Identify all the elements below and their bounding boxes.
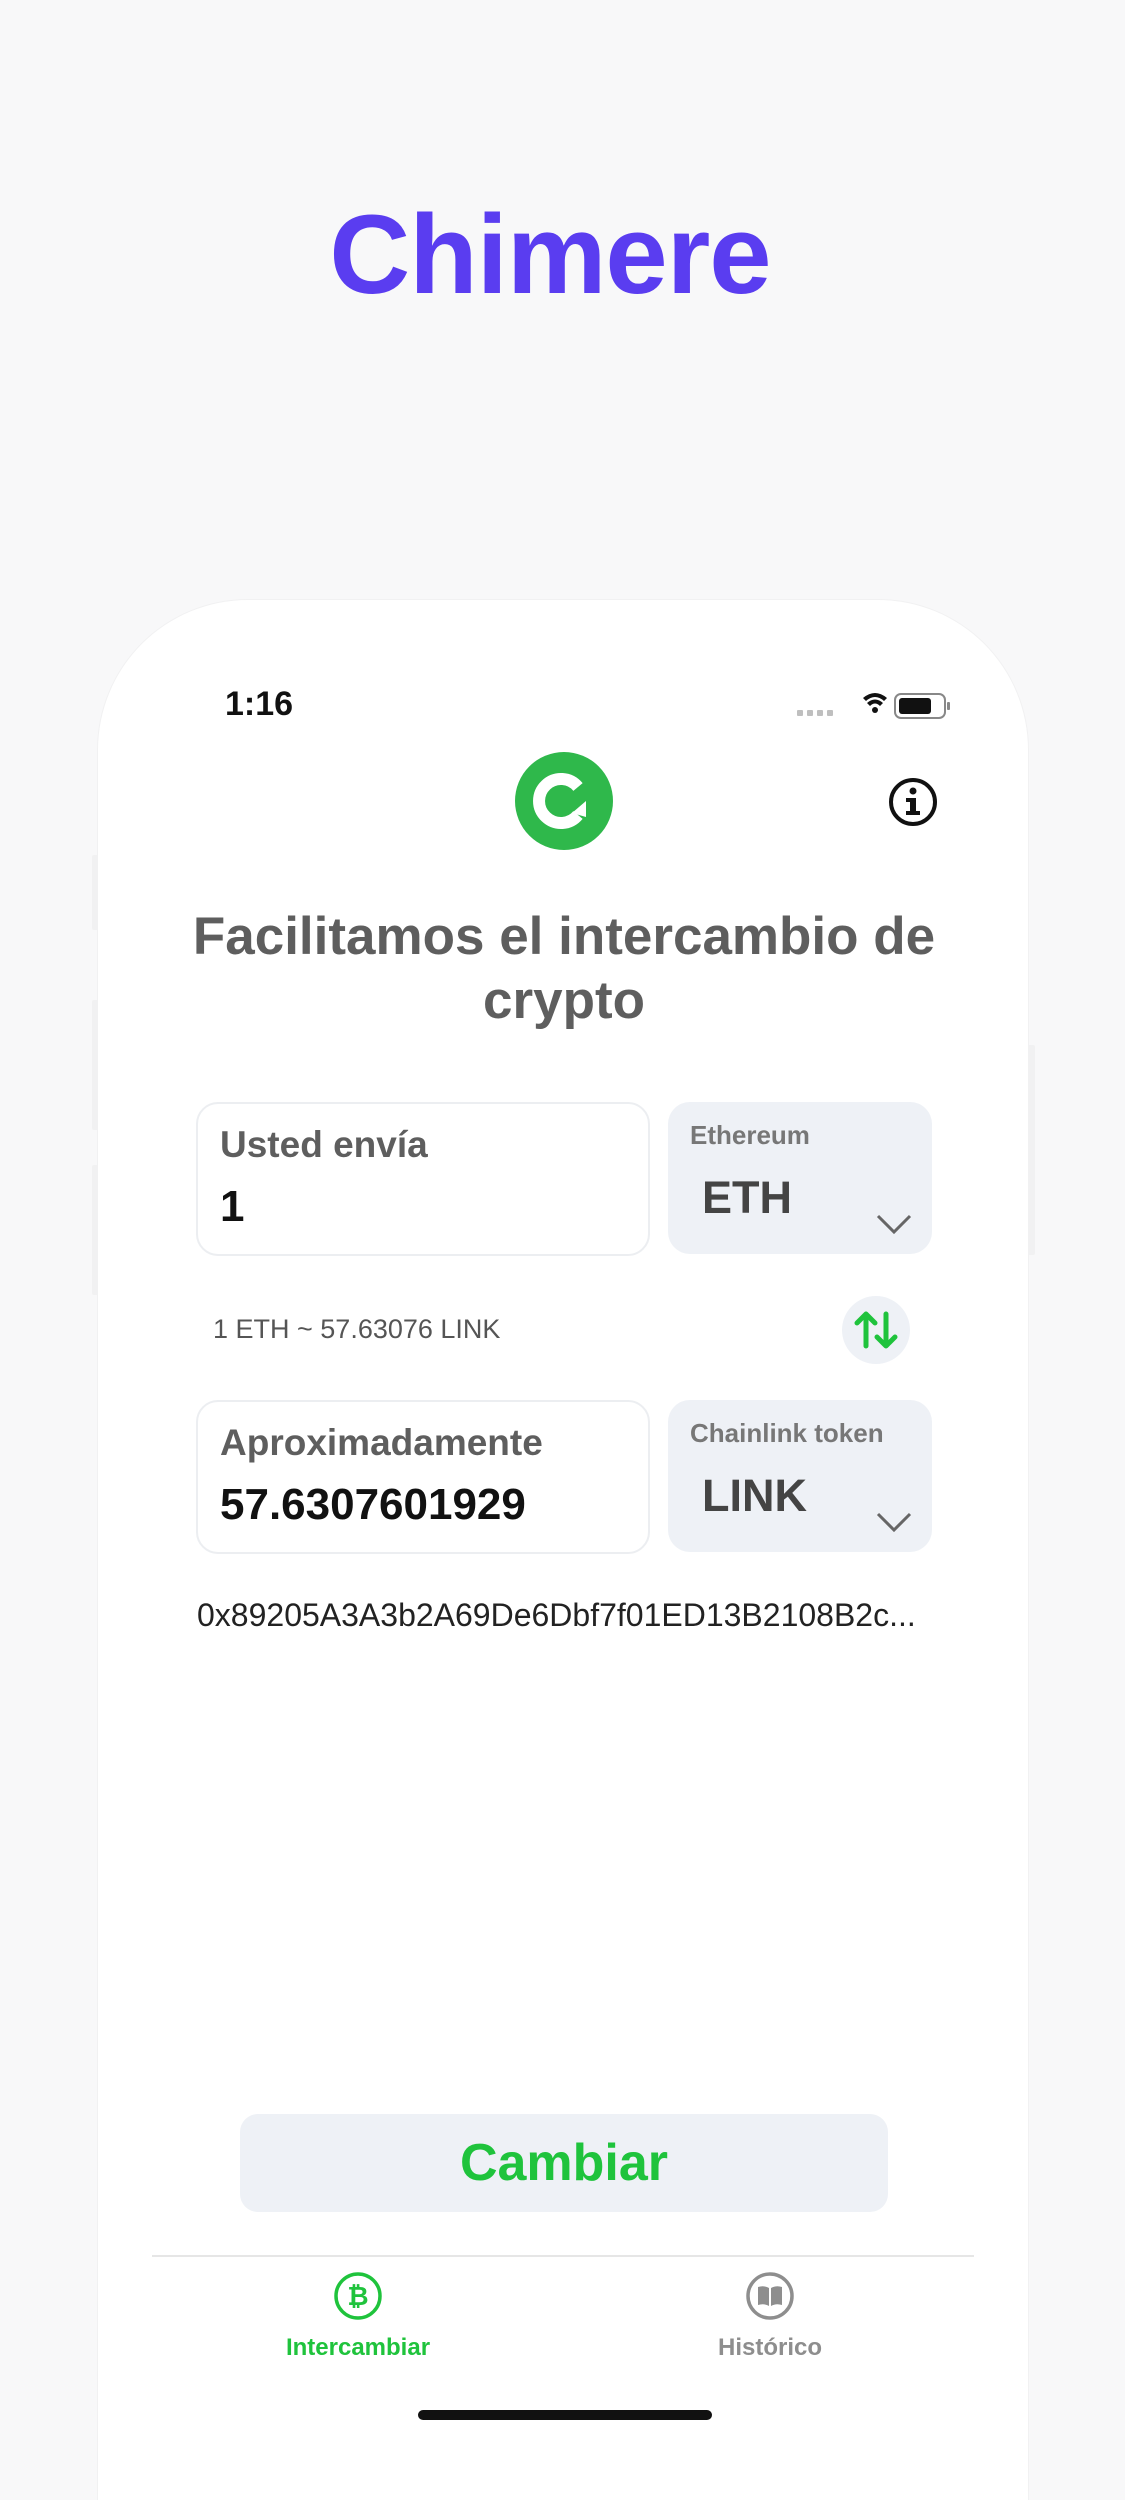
send-token-name: Ethereum [690, 1120, 810, 1150]
send-amount-input[interactable]: 1 [220, 1182, 244, 1232]
bitcoin-circle-icon: ₿ [334, 2272, 382, 2320]
phone-side-button [1027, 1045, 1035, 1255]
receive-token-select[interactable]: Chainlink token LINK [668, 1400, 932, 1552]
chevron-down-icon [876, 1512, 912, 1533]
receive-amount-value: 57.6307601929 [220, 1480, 526, 1529]
battery-icon [894, 693, 950, 719]
tab-historico[interactable]: Histórico [640, 2270, 900, 2362]
wallet-address: 0x89205A3A3b2A69De6Dbf7f01ED13B2108B2c..… [197, 1597, 916, 1633]
tab-bar-divider [152, 2255, 974, 2257]
send-token-select[interactable]: Ethereum ETH [668, 1102, 932, 1254]
headline: Facilitamos el intercambio de crypto [192, 907, 936, 1030]
wifi-icon [863, 693, 887, 713]
send-token-symbol: ETH [702, 1172, 792, 1223]
swap-arrows-icon [854, 1311, 898, 1349]
receive-amount-field: Aproximadamente 57.6307601929 [196, 1400, 650, 1554]
tab-label: Histórico [717, 2334, 822, 2361]
status-time: 1:16 [225, 685, 294, 723]
logo-c-icon [533, 773, 586, 829]
signal-icon [797, 710, 833, 716]
brand-title: Chimere [329, 192, 771, 317]
tab-label: Intercambiar [285, 2334, 431, 2361]
exchange-rate: 1 ETH ~ 57.63076 LINK [213, 1314, 501, 1344]
status-icons [797, 693, 950, 719]
receive-token-name: Chainlink token [690, 1418, 884, 1448]
send-amount-field[interactable]: Usted envía 1 [196, 1102, 650, 1256]
svg-text:₿: ₿ [347, 2282, 368, 2312]
info-icon[interactable] [887, 776, 939, 828]
tab-intercambiar[interactable]: ₿ Intercambiar [228, 2270, 488, 2362]
book-icon [746, 2272, 794, 2320]
chevron-down-icon [876, 1214, 912, 1235]
swap-direction-button[interactable] [842, 1296, 910, 1364]
home-indicator [418, 2410, 712, 2420]
send-amount-label: Usted envía [220, 1124, 428, 1165]
receive-token-symbol: LINK [702, 1470, 807, 1521]
app-logo [515, 752, 613, 850]
receive-amount-label: Aproximadamente [220, 1422, 543, 1463]
cambiar-button[interactable]: Cambiar [240, 2114, 888, 2212]
